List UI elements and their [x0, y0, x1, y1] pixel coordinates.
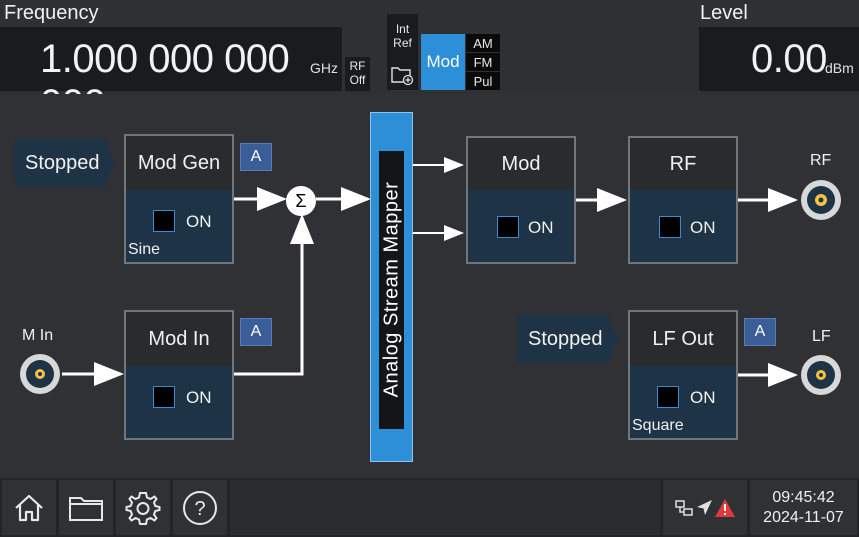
- home-icon: [15, 494, 43, 521]
- pulse-indicator[interactable]: Pul: [466, 72, 500, 90]
- file-manager-button[interactable]: [59, 480, 113, 535]
- mod-gen-on-label: ON: [186, 212, 212, 231]
- clock-time: 09:45:42: [772, 488, 835, 506]
- help-glyph: ?: [194, 498, 205, 520]
- lf-out-status-tag[interactable]: Stopped: [518, 315, 618, 363]
- lf-connector-icon[interactable]: [799, 353, 843, 397]
- status-icons-area[interactable]: [663, 480, 747, 535]
- rf-state-line2: Off: [349, 73, 366, 87]
- mod-in-block[interactable]: Mod In ON: [124, 310, 234, 440]
- lf-out-waveform: Square: [632, 417, 684, 434]
- rf-title: RF: [630, 138, 736, 190]
- folder-icon: [69, 496, 103, 521]
- mod-in-badge[interactable]: A: [240, 318, 272, 346]
- lf-out-on-checkbox[interactable]: [657, 386, 679, 408]
- level-unit: dBm: [825, 60, 854, 76]
- footer-bar: ? 09:45:42 2024-11-07: [0, 478, 859, 537]
- am-indicator[interactable]: AM: [466, 34, 500, 52]
- rf-block[interactable]: RF ON: [628, 136, 738, 264]
- footer-spacer: [230, 480, 660, 535]
- ref-line1: Int: [395, 22, 410, 36]
- rf-on-label: ON: [690, 218, 716, 237]
- gear-icon: [125, 491, 161, 525]
- sd-card-icon: [391, 67, 414, 86]
- rf-state-indicator[interactable]: RF Off: [345, 57, 370, 91]
- mod-gen-block[interactable]: Mod Gen ON Sine: [124, 134, 234, 264]
- level-value: 0.00: [751, 37, 827, 81]
- frequency-field[interactable]: 1.000 000 000 000 GHz: [0, 27, 342, 126]
- level-label: Level: [700, 2, 748, 24]
- rf-state-line1: RF: [349, 59, 366, 73]
- ref-indicator[interactable]: Int Ref: [387, 14, 418, 90]
- lf-out-title: LF Out: [630, 312, 736, 366]
- settings-button[interactable]: [116, 480, 170, 535]
- frequency-unit: GHz: [310, 60, 338, 76]
- block-diagram: Stopped Mod Gen ON Sine A Σ M In Mod In …: [0, 94, 859, 478]
- warning-icon: [715, 498, 735, 517]
- mod-gen-badge[interactable]: A: [240, 143, 272, 171]
- mapper-label: Analog Stream Mapper: [380, 181, 403, 398]
- lf-connector-label: LF: [812, 328, 831, 345]
- mod-in-title: Mod In: [126, 312, 232, 366]
- mod-in-on-label: ON: [186, 388, 212, 407]
- rf-connector-icon[interactable]: [799, 178, 843, 222]
- mod-in-on-checkbox[interactable]: [153, 386, 175, 408]
- network-icon: [675, 499, 693, 516]
- lf-out-badge[interactable]: A: [744, 318, 776, 346]
- lf-out-on-label: ON: [690, 388, 716, 407]
- header-bar: Frequency 1.000 000 000 000 GHz RF Off I…: [0, 0, 859, 126]
- location-arrow-icon: [697, 499, 712, 515]
- fm-indicator[interactable]: FM: [466, 53, 500, 71]
- mod-gen-on-checkbox[interactable]: [153, 210, 175, 232]
- mod-button[interactable]: Mod: [421, 34, 465, 90]
- clock-date: 2024-11-07: [763, 508, 844, 526]
- lf-out-block[interactable]: LF Out ON Square: [628, 310, 738, 440]
- mod-gen-waveform: Sine: [128, 241, 161, 258]
- help-icon: ?: [183, 490, 217, 525]
- mod-gen-title: Mod Gen: [126, 136, 232, 190]
- mod-on-checkbox[interactable]: [497, 216, 519, 238]
- frequency-label: Frequency: [4, 2, 99, 24]
- mod-title: Mod: [468, 138, 574, 190]
- rf-connector-label: RF: [810, 152, 832, 169]
- mod-gen-status-tag[interactable]: Stopped: [15, 139, 115, 187]
- help-button[interactable]: ?: [173, 480, 227, 535]
- mod-on-label: ON: [528, 218, 554, 237]
- clock-area[interactable]: 09:45:42 2024-11-07: [750, 480, 857, 535]
- home-button[interactable]: [2, 480, 56, 535]
- mod-block[interactable]: Mod ON: [466, 136, 576, 264]
- analog-stream-mapper[interactable]: Analog Stream Mapper: [370, 112, 413, 462]
- ref-line2: Ref: [393, 36, 412, 50]
- m-in-connector-icon[interactable]: [18, 352, 62, 396]
- level-field[interactable]: 0.00 dBm: [699, 27, 859, 91]
- m-in-connector-label: M In: [22, 327, 54, 344]
- sum-node: Σ: [286, 186, 316, 216]
- rf-on-checkbox[interactable]: [659, 216, 681, 238]
